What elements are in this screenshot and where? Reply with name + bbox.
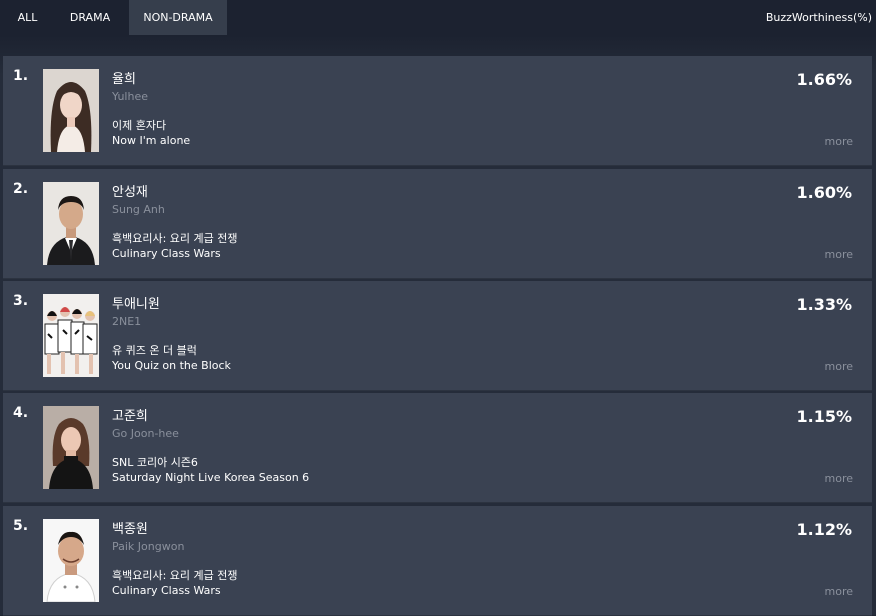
- group-portrait-photo: [43, 294, 99, 377]
- person-name-english: Yulhee: [112, 90, 148, 103]
- person-name-korean: 안성재: [112, 185, 148, 200]
- ranking-card[interactable]: 1. 율희 Yulhee 이제 혼자다 Now I'm alone 1.66% …: [3, 56, 872, 166]
- rank-number: 5.: [13, 518, 29, 534]
- show-title-english: Culinary Class Wars: [112, 247, 221, 260]
- rank-number: 1.: [13, 68, 29, 84]
- more-link[interactable]: more: [825, 135, 854, 148]
- tab-all[interactable]: ALL: [5, 0, 50, 35]
- person-name-korean: 고준희: [112, 409, 148, 424]
- tab-drama[interactable]: DRAMA: [56, 0, 124, 35]
- show-title-english: Culinary Class Wars: [112, 584, 221, 597]
- buzz-score: 1.60%: [796, 183, 852, 202]
- more-link[interactable]: more: [825, 248, 854, 261]
- person-name-english: 2NE1: [112, 315, 142, 328]
- portrait-woman-dark-photo: [43, 406, 99, 489]
- rank-number: 3.: [13, 293, 29, 309]
- buzz-score: 1.66%: [796, 70, 852, 89]
- rank-number: 2.: [13, 181, 29, 197]
- person-name-korean: 백종원: [112, 522, 148, 537]
- ranking-card[interactable]: 4. 고준희 Go Joon-hee SNL 코리아 시즌6 Saturday …: [3, 393, 872, 503]
- top-bar: ALL DRAMA NON-DRAMA BuzzWorthiness(%): [0, 0, 876, 35]
- person-name-korean: 투애니원: [112, 297, 160, 312]
- ranking-list: 1. 율희 Yulhee 이제 혼자다 Now I'm alone 1.66% …: [0, 35, 876, 616]
- portrait-man-suit-photo: [43, 182, 99, 265]
- buzz-score: 1.15%: [796, 407, 852, 426]
- show-title-english: Now I'm alone: [112, 134, 191, 147]
- show-title-english: Saturday Night Live Korea Season 6: [112, 471, 310, 484]
- show-title-korean: 흑백요리사: 요리 계급 전쟁: [112, 232, 238, 245]
- tab-non-drama[interactable]: NON-DRAMA: [129, 0, 227, 35]
- buzz-score: 1.12%: [796, 520, 852, 539]
- portrait-woman-light-photo: [43, 69, 99, 152]
- show-title-english: You Quiz on the Block: [112, 359, 231, 372]
- show-title-korean: 흑백요리사: 요리 계급 전쟁: [112, 569, 238, 582]
- ranking-card[interactable]: 2. 안성재 Sung Anh 흑백요리사: 요리 계급 전쟁 Culinary…: [3, 169, 872, 279]
- portrait-chef-photo: [43, 519, 99, 602]
- buzz-score: 1.33%: [796, 295, 852, 314]
- rank-number: 4.: [13, 405, 29, 421]
- show-title-korean: SNL 코리아 시즌6: [112, 456, 198, 469]
- buzzworthiness-header: BuzzWorthiness(%): [765, 11, 872, 24]
- more-link[interactable]: more: [825, 472, 854, 485]
- more-link[interactable]: more: [825, 585, 854, 598]
- ranking-card[interactable]: 5. 백종원 Paik Jongwon 흑백요리사: 요리 계급 전쟁 Culi…: [3, 506, 872, 616]
- ranking-card[interactable]: 3. 투애니원 2NE1 유 퀴즈 온 더 블럭 You Quiz on the…: [3, 281, 872, 391]
- more-link[interactable]: more: [825, 360, 854, 373]
- person-name-english: Paik Jongwon: [112, 540, 185, 553]
- person-name-korean: 율희: [112, 72, 136, 87]
- show-title-korean: 유 퀴즈 온 더 블럭: [112, 344, 197, 357]
- person-name-english: Go Joon-hee: [112, 427, 179, 440]
- person-name-english: Sung Anh: [112, 203, 165, 216]
- show-title-korean: 이제 혼자다: [112, 119, 167, 132]
